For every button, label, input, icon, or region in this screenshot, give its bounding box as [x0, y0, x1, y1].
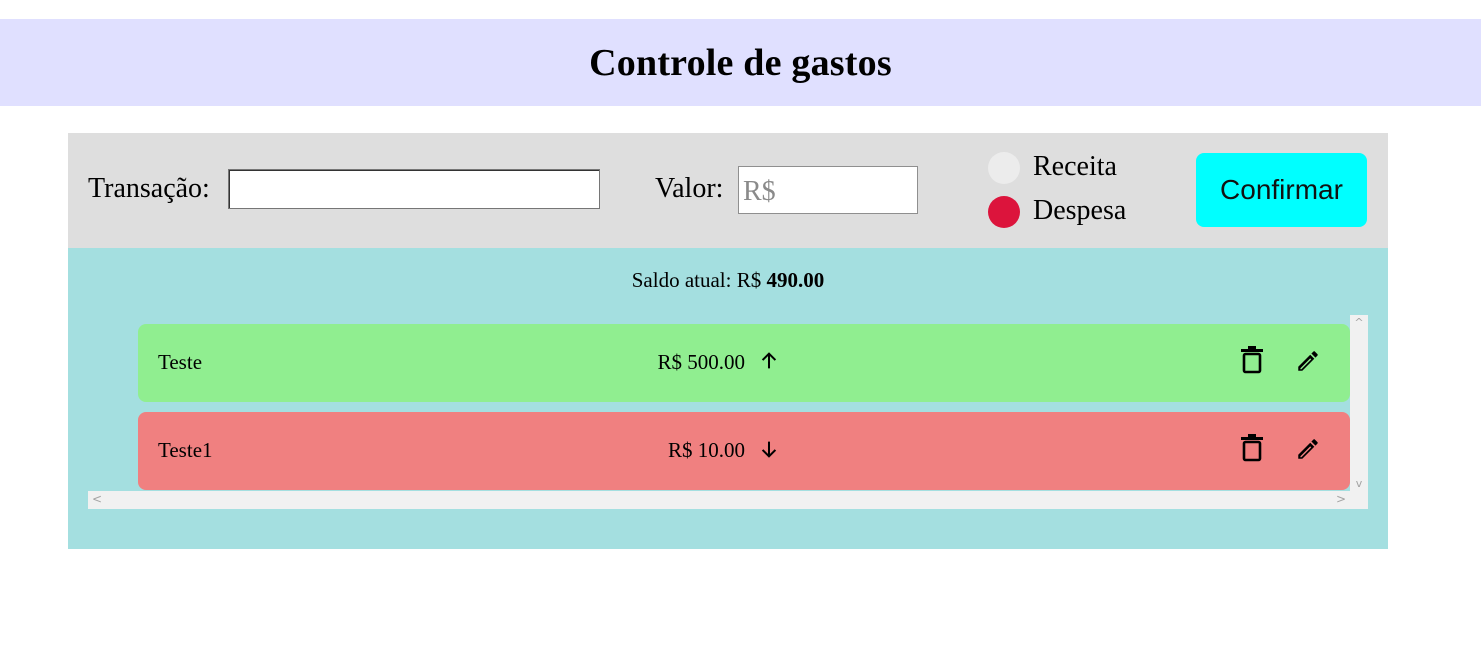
trash-icon[interactable] — [1240, 346, 1264, 374]
page-header: Controle de gastos — [0, 19, 1481, 106]
scroll-down-icon[interactable]: v — [1350, 477, 1368, 490]
transaction-row: Teste1 R$ 10.00 — [138, 412, 1350, 490]
expense-tracker: Transação: Valor: Receita Despesa Confir… — [68, 133, 1388, 549]
transaction-input[interactable] — [228, 169, 600, 209]
confirm-button[interactable]: Confirmar — [1196, 153, 1367, 227]
transaction-form: Transação: Valor: Receita Despesa Confir… — [68, 133, 1388, 248]
transaction-label: Transação: — [88, 173, 210, 204]
receita-radio[interactable] — [988, 152, 1020, 184]
balance-label: Saldo atual: R$ — [631, 268, 762, 292]
balance-amount: 490.00 — [766, 268, 825, 292]
vertical-scrollbar[interactable]: ^ v — [1350, 315, 1368, 491]
value-label: Valor: — [655, 173, 724, 204]
scroll-up-icon[interactable]: ^ — [1350, 316, 1368, 329]
arrow-down-icon — [761, 441, 777, 458]
arrow-up-icon — [761, 352, 777, 369]
despesa-radio[interactable] — [988, 196, 1020, 228]
value-input[interactable] — [738, 166, 918, 214]
trash-icon[interactable] — [1240, 434, 1264, 462]
receita-label[interactable]: Receita — [1033, 151, 1117, 183]
transactions-panel: Saldo atual: R$ 490.00 ^ v < > Teste R$ … — [68, 248, 1388, 549]
pencil-icon[interactable] — [1295, 348, 1321, 374]
transaction-name: Teste1 — [158, 438, 213, 462]
despesa-label[interactable]: Despesa — [1033, 195, 1126, 227]
transaction-row: Teste R$ 500.00 — [138, 324, 1350, 402]
pencil-icon[interactable] — [1295, 436, 1321, 462]
page-title: Controle de gastos — [589, 41, 892, 84]
balance-display: Saldo atual: R$ 490.00 — [68, 268, 1388, 293]
scroll-left-icon[interactable]: < — [92, 492, 102, 506]
horizontal-scrollbar[interactable]: < > — [88, 491, 1368, 509]
transaction-amount: R$ 10.00 — [667, 438, 745, 462]
scroll-right-icon[interactable]: > — [1336, 492, 1346, 506]
transaction-name: Teste — [158, 350, 203, 374]
transaction-amount: R$ 500.00 — [657, 350, 745, 374]
